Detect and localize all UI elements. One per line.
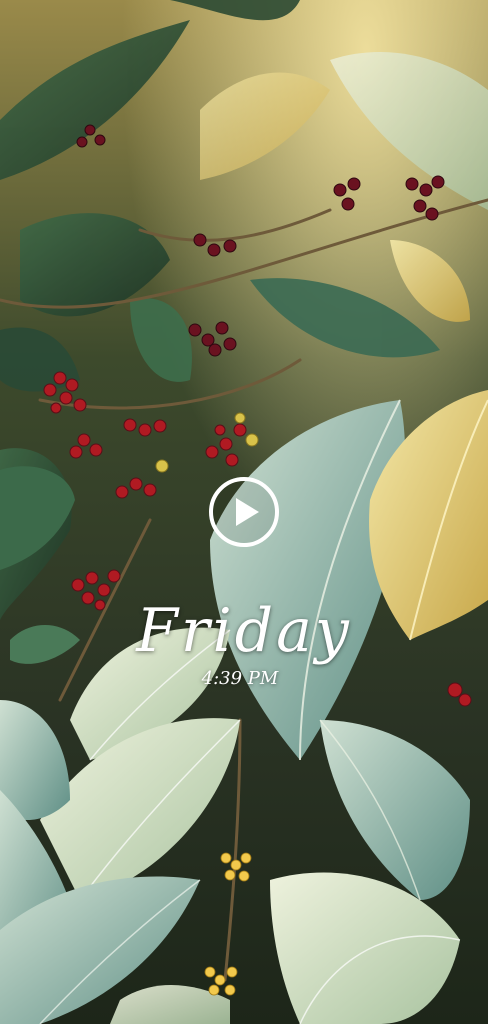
play-button[interactable]	[208, 476, 280, 548]
day-caption: Friday	[136, 596, 352, 666]
time-caption: 4:39 PM	[201, 668, 279, 689]
play-circle-icon	[209, 477, 279, 547]
